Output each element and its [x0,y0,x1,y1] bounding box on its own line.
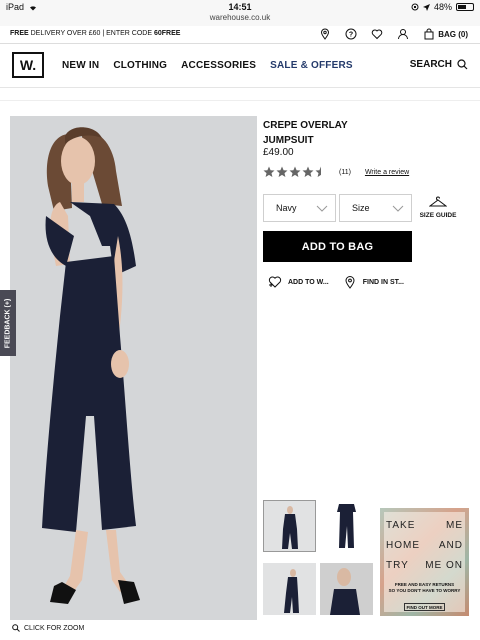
hanger-icon [429,196,447,207]
zoom-label: CLICK FOR ZOOM [24,624,85,632]
size-value: Size [352,203,370,213]
feedback-tab[interactable]: FEEDBACK (+) [0,290,16,356]
nav-sale-offers[interactable]: SALE & OFFERS [270,60,353,71]
product-main-image[interactable] [10,116,257,620]
thumbnail-4[interactable] [320,563,373,615]
model-figure [42,127,140,604]
add-to-bag-button[interactable]: ADD TO BAG [263,231,412,262]
add-to-wishlist-label: ADD TO W... [288,278,329,286]
chevron-down-icon [392,205,404,212]
half-star-icon [315,166,321,177]
help-icon[interactable]: ? [345,28,357,40]
location-arrow-icon [422,3,430,11]
address-bar[interactable]: warehouse.co.uk [0,13,480,22]
star-rating [263,166,327,178]
size-select[interactable]: Size [339,194,412,222]
product-price: £49.00 [263,147,294,158]
star-icon [263,166,275,177]
nav-clothing[interactable]: CLOTHING [113,60,167,71]
bag-button[interactable]: BAG (0) [423,28,468,40]
promo-text: FREE DELIVERY OVER £60 | ENTER CODE 60FR… [10,30,181,37]
thumbnail-1[interactable] [263,500,316,552]
lock-rotation-icon [411,3,419,11]
click-for-zoom[interactable]: CLICK FOR ZOOM [12,624,84,632]
returns-promo-tile[interactable]: TAKE ME HOME AND TRY ME ON FREE AND EASY RE… [380,508,469,616]
zoom-icon [12,624,20,632]
location-pin-icon [345,276,355,289]
find-out-more-button[interactable]: FIND OUT MORE [404,603,445,611]
main-nav: W. NEW IN CLOTHING ACCESSORIES SALE & OF… [0,44,480,88]
promo-line-1: TAKE ME [386,520,463,531]
promo-line-3: TRY ME ON [386,560,463,571]
star-icon [289,166,301,177]
thumbnail-image [282,506,298,549]
size-guide-label: SIZE GUIDE [419,212,457,219]
svg-text:?: ? [349,32,353,39]
status-bar: iPad 14:51 warehouse.co.uk 48% [0,0,480,26]
add-to-wishlist-button[interactable]: ADD TO W... [268,275,329,289]
product-rating: (11) Write a review [263,166,409,178]
product-title: CREPE OVERLAY JUMPSUIT [263,120,348,146]
location-pin-icon[interactable] [319,28,331,40]
review-count: (11) [339,168,351,176]
write-review-link[interactable]: Write a review [365,169,409,176]
account-icon[interactable] [397,28,409,40]
star-icon [302,166,314,177]
size-guide-link[interactable]: SIZE GUIDE [418,196,458,219]
bag-icon [424,28,434,40]
chevron-down-icon [316,205,328,212]
search-label: SEARCH [409,59,452,70]
promo-line-2: HOME AND [386,540,463,551]
warehouse-logo[interactable]: W. [12,52,44,78]
nav-accessories[interactable]: ACCESSORIES [181,60,256,71]
thumbnail-image [320,563,373,615]
heart-icon[interactable] [371,28,383,40]
thumbnail-image [337,504,356,548]
colour-value: Navy [276,203,297,213]
battery-icon [456,3,474,11]
star-icon [276,166,288,177]
divider [0,100,480,101]
search-icon [457,59,468,70]
bag-label: BAG (0) [438,29,468,39]
heart-plus-icon [268,276,282,288]
find-in-store-label: FIND IN ST... [362,278,404,286]
search-button[interactable]: SEARCH [410,59,468,70]
nav-new-in[interactable]: NEW IN [62,60,99,71]
find-in-store-button[interactable]: FIND IN ST... [343,275,404,289]
battery-percent: 48% [433,2,452,12]
promo-subtext: FREE AND EASY RETURNS SO YOU DON'T HAVE … [388,582,461,593]
thumbnail-image [284,569,299,613]
thumbnail-3[interactable] [263,563,316,615]
clock: 14:51 [228,2,252,12]
thumbnail-2[interactable] [320,500,373,552]
colour-select[interactable]: Navy [263,194,336,222]
promo-bar: FREE DELIVERY OVER £60 | ENTER CODE 60FR… [0,26,480,44]
